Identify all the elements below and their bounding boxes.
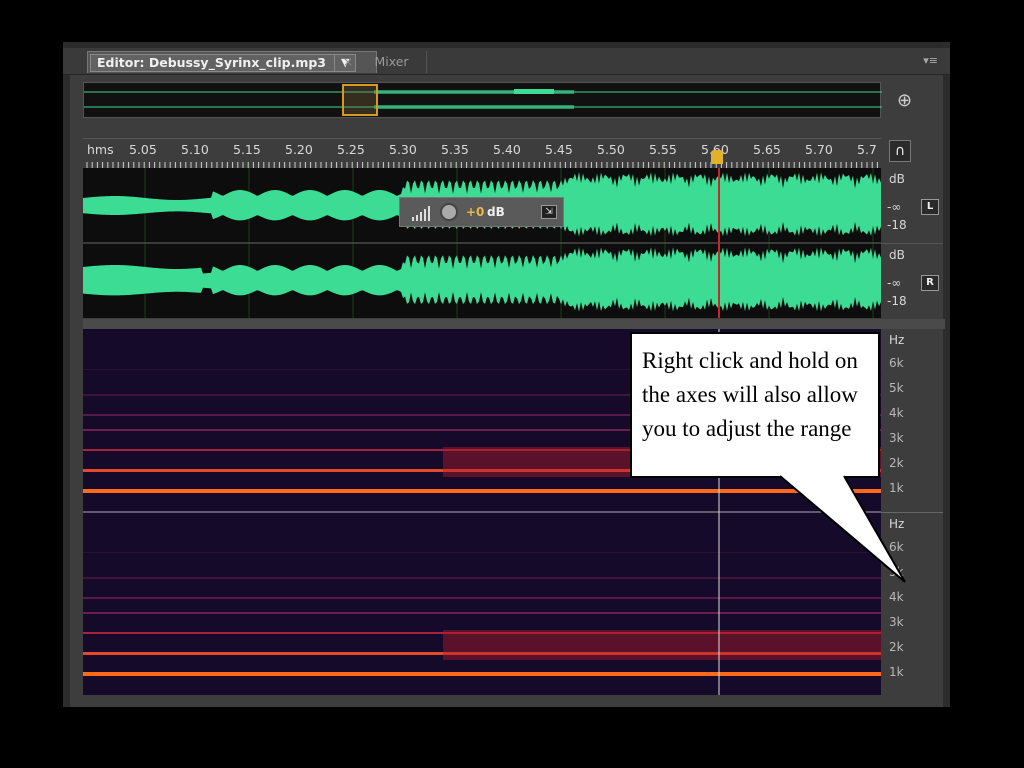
ruler-tick-label: 5.70 xyxy=(805,142,833,157)
ruler-tick-label: 5.65 xyxy=(753,142,781,157)
hz-tick-label: 3k xyxy=(889,431,904,445)
panel-tabbar: Editor: Debussy_Syrinx_clip.mp3 ▼ × Mixe… xyxy=(63,48,950,75)
hz-tick-label: 2k xyxy=(889,640,904,654)
view-splitter[interactable] xyxy=(83,319,945,329)
right-db-inf: -∞ xyxy=(887,276,902,290)
tab-mixer[interactable]: Mixer xyxy=(357,51,427,73)
ruler-tick-label: 5.05 xyxy=(129,142,157,157)
hz-tick-label: 6k xyxy=(889,540,904,554)
left-db-unit: dB xyxy=(889,172,905,186)
hz-tick-label: 4k xyxy=(889,406,904,420)
ruler-tick-label: 5.15 xyxy=(233,142,261,157)
volume-hud[interactable]: +0 dB ⇲ xyxy=(399,197,564,227)
volume-knob[interactable] xyxy=(440,203,458,221)
hz-tick-label: 2k xyxy=(889,456,904,470)
editor-file-selector[interactable]: Editor: Debussy_Syrinx_clip.mp3 ▼ xyxy=(90,53,357,72)
zoom-icon[interactable]: ⊕ xyxy=(897,90,912,111)
waveform-display[interactable] xyxy=(83,168,881,318)
tip-callout: Right click and hold on the axes will al… xyxy=(630,332,880,478)
hz-tick-label: 5k xyxy=(889,565,904,579)
ruler-tick-label: 5.45 xyxy=(545,142,573,157)
ruler-tick-label: 5.20 xyxy=(285,142,313,157)
volume-value[interactable]: +0 xyxy=(466,205,484,219)
right-panel-edge xyxy=(943,42,950,707)
ruler-tick-label: 5.10 xyxy=(181,142,209,157)
overview-navigator[interactable] xyxy=(83,82,882,118)
ruler-tick-label: 5.55 xyxy=(649,142,677,157)
ruler-tick-label: 5.30 xyxy=(389,142,417,157)
magnet-icon[interactable]: ∩ xyxy=(889,140,911,162)
hz-unit: Hz xyxy=(889,333,905,347)
tab-editor[interactable]: Editor: Debussy_Syrinx_clip.mp3 ▼ xyxy=(87,51,377,73)
spectral-scale-left[interactable]: Hz 6k 5k 4k 3k 2k 1k xyxy=(881,329,943,512)
ruler-tick-label: 5.25 xyxy=(337,142,365,157)
editor-tab-label: Editor: Debussy_Syrinx_clip.mp3 xyxy=(97,54,326,70)
waveform-channels xyxy=(83,168,881,318)
right-channel-scale[interactable]: dB -∞ -18 R xyxy=(881,243,943,319)
left-db-inf: -∞ xyxy=(887,200,902,214)
playhead-handle[interactable] xyxy=(711,150,723,164)
level-bars-icon xyxy=(412,206,430,221)
overview-selection[interactable] xyxy=(342,84,378,116)
close-icon[interactable]: × xyxy=(343,55,353,69)
hz-tick-label: 1k xyxy=(889,481,904,495)
hz-tick-label: 3k xyxy=(889,615,904,629)
ruler-tick-label: 5.50 xyxy=(597,142,625,157)
hz-tick-label: 1k xyxy=(889,665,904,679)
time-ruler[interactable]: hms 5.05 5.10 5.15 5.20 5.25 5.30 5.35 5.40 5.45… xyxy=(83,138,881,169)
left-panel-edge xyxy=(63,42,70,707)
ruler-tick-label: 5.7 xyxy=(857,142,877,157)
panel-menu-icon[interactable]: ▾≡ xyxy=(923,54,938,67)
left-channel-button[interactable]: L xyxy=(921,199,939,215)
hz-tick-label: 5k xyxy=(889,381,904,395)
pin-icon[interactable]: ⇲ xyxy=(541,205,557,219)
right-channel-button[interactable]: R xyxy=(921,275,939,291)
right-db-low: -18 xyxy=(887,294,907,308)
hz-tick-label: 4k xyxy=(889,590,904,604)
ruler-tick-label: 5.40 xyxy=(493,142,521,157)
hz-tick-label: 6k xyxy=(889,356,904,370)
right-db-unit: dB xyxy=(889,248,905,262)
ruler-tick-label: 5.35 xyxy=(441,142,469,157)
overview-waveform xyxy=(84,89,882,109)
left-channel-scale[interactable]: dB -∞ -18 L xyxy=(881,168,943,243)
volume-unit: dB xyxy=(487,205,505,219)
left-db-low: -18 xyxy=(887,218,907,232)
hz-unit: Hz xyxy=(889,517,905,531)
spectral-scale-right[interactable]: Hz 6k 5k 4k 3k 2k 1k xyxy=(881,512,943,696)
